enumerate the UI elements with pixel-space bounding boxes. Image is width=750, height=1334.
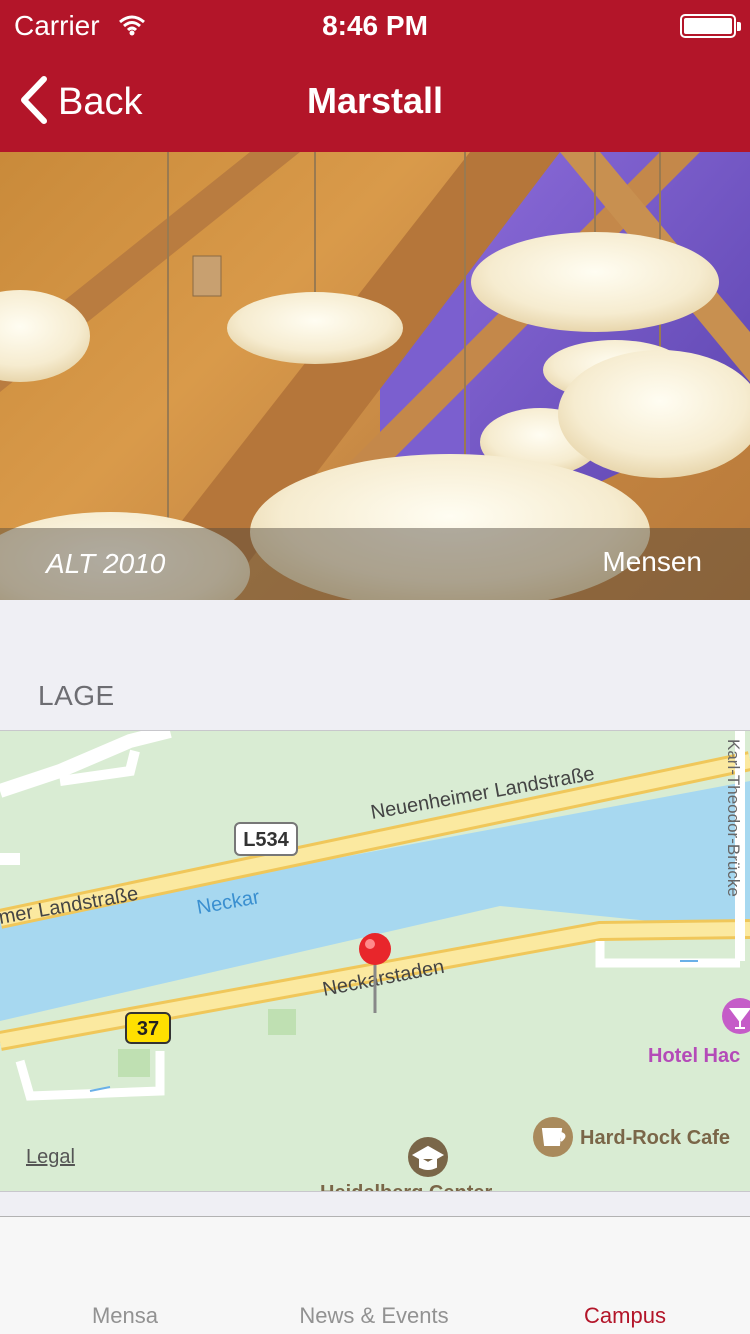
map-badge-l534: L534	[243, 829, 289, 851]
tab-mensa[interactable]: Mensa	[0, 1303, 250, 1329]
tab-news-events[interactable]: News & Events	[249, 1303, 499, 1329]
map-canvas: Neuenheimer Landstraße mer Landstraße Ne…	[0, 731, 750, 1192]
map-badge-37: 37	[137, 1018, 159, 1040]
tab-bar: Mensa News & Events Campus	[0, 1216, 750, 1334]
location-map[interactable]: Neuenheimer Landstraße mer Landstraße Ne…	[0, 730, 750, 1192]
screen: Carrier 8:46 PM Back Marstall ALT 2010 M…	[0, 0, 750, 1334]
hero-caption-year: ALT 2010	[46, 548, 166, 579]
map-label-bottom-poi: Heidelberg Center	[320, 1182, 492, 1192]
status-bar: Carrier 8:46 PM	[0, 0, 750, 48]
hero-caption-category: Mensen	[602, 546, 702, 577]
map-label-bridge: Karl-Theodor-Brücke	[724, 739, 743, 897]
tab-campus[interactable]: Campus	[500, 1303, 750, 1329]
battery-icon	[680, 14, 741, 38]
map-label-cafe: Hard-Rock Cafe	[580, 1127, 730, 1149]
hero-caption-bar: ALT 2010 Mensen	[0, 528, 750, 600]
page-title: Marstall	[306, 80, 444, 121]
map-legal-link[interactable]: Legal	[26, 1146, 75, 1169]
navigation-bar: Carrier 8:46 PM Back Marstall	[0, 0, 750, 152]
hero-image: ALT 2010 Mensen	[0, 152, 750, 600]
status-time: 8:46 PM	[322, 10, 428, 41]
map-label-hotel: Hotel Hac	[648, 1045, 740, 1067]
section-heading-location: LAGE	[38, 680, 115, 711]
